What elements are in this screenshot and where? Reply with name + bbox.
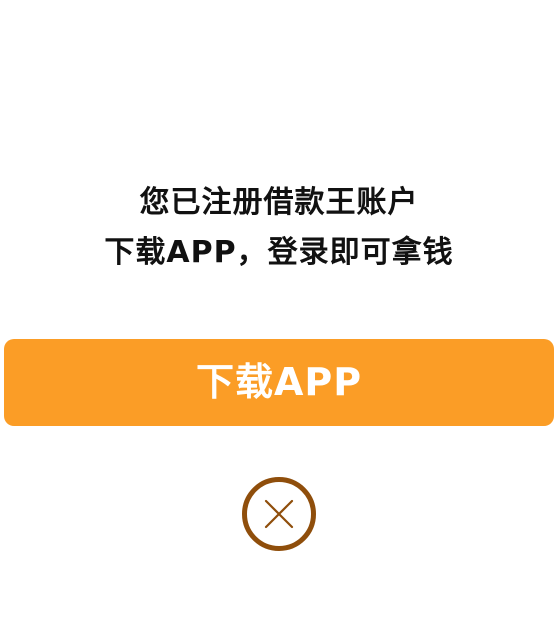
- close-circle-icon: [242, 477, 316, 551]
- message-line-registered: 您已注册借款王账户: [139, 185, 419, 220]
- download-app-button[interactable]: 下载APP: [4, 339, 554, 426]
- message-line-download: 下载APP，登录即可拿钱: [104, 235, 454, 270]
- registration-dialog: 您已注册借款王账户 下载APP，登录即可拿钱 下载APP: [0, 0, 558, 629]
- dialog-message: 您已注册借款王账户 下载APP，登录即可拿钱: [0, 178, 558, 278]
- close-button[interactable]: [242, 477, 316, 551]
